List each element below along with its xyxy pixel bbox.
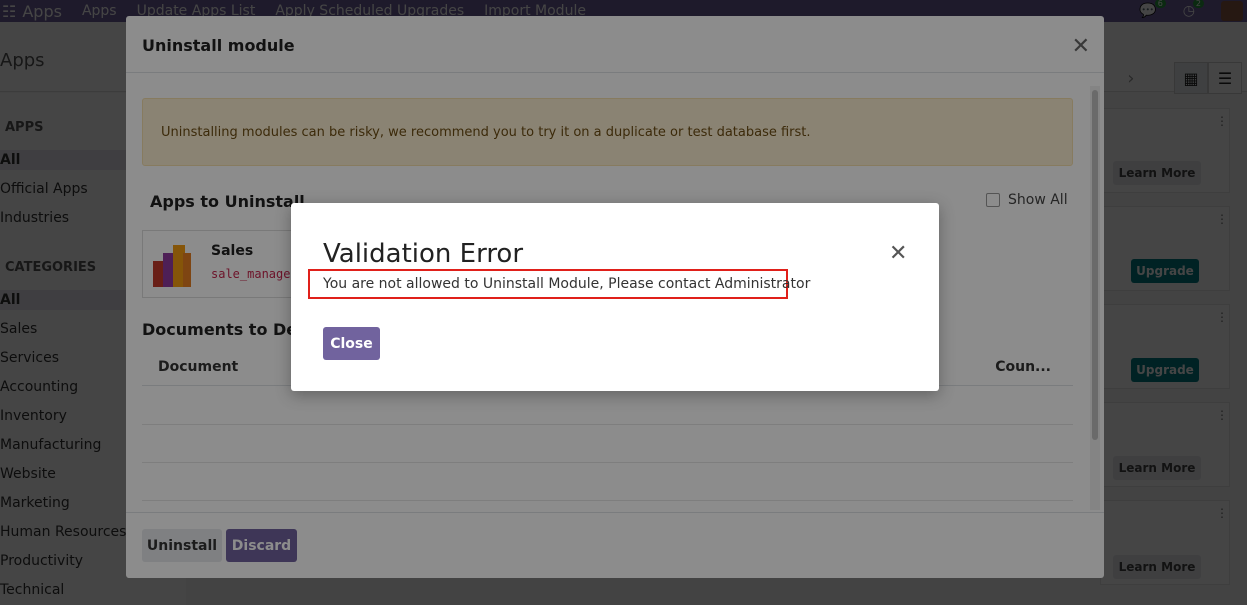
- error-message: You are not allowed to Uninstall Module,…: [323, 276, 811, 292]
- validation-error-dialog: Validation Error ✕ You are not allowed t…: [291, 203, 939, 391]
- close-icon[interactable]: ✕: [889, 241, 907, 266]
- close-button[interactable]: Close: [323, 327, 380, 360]
- error-title: Validation Error: [323, 239, 524, 269]
